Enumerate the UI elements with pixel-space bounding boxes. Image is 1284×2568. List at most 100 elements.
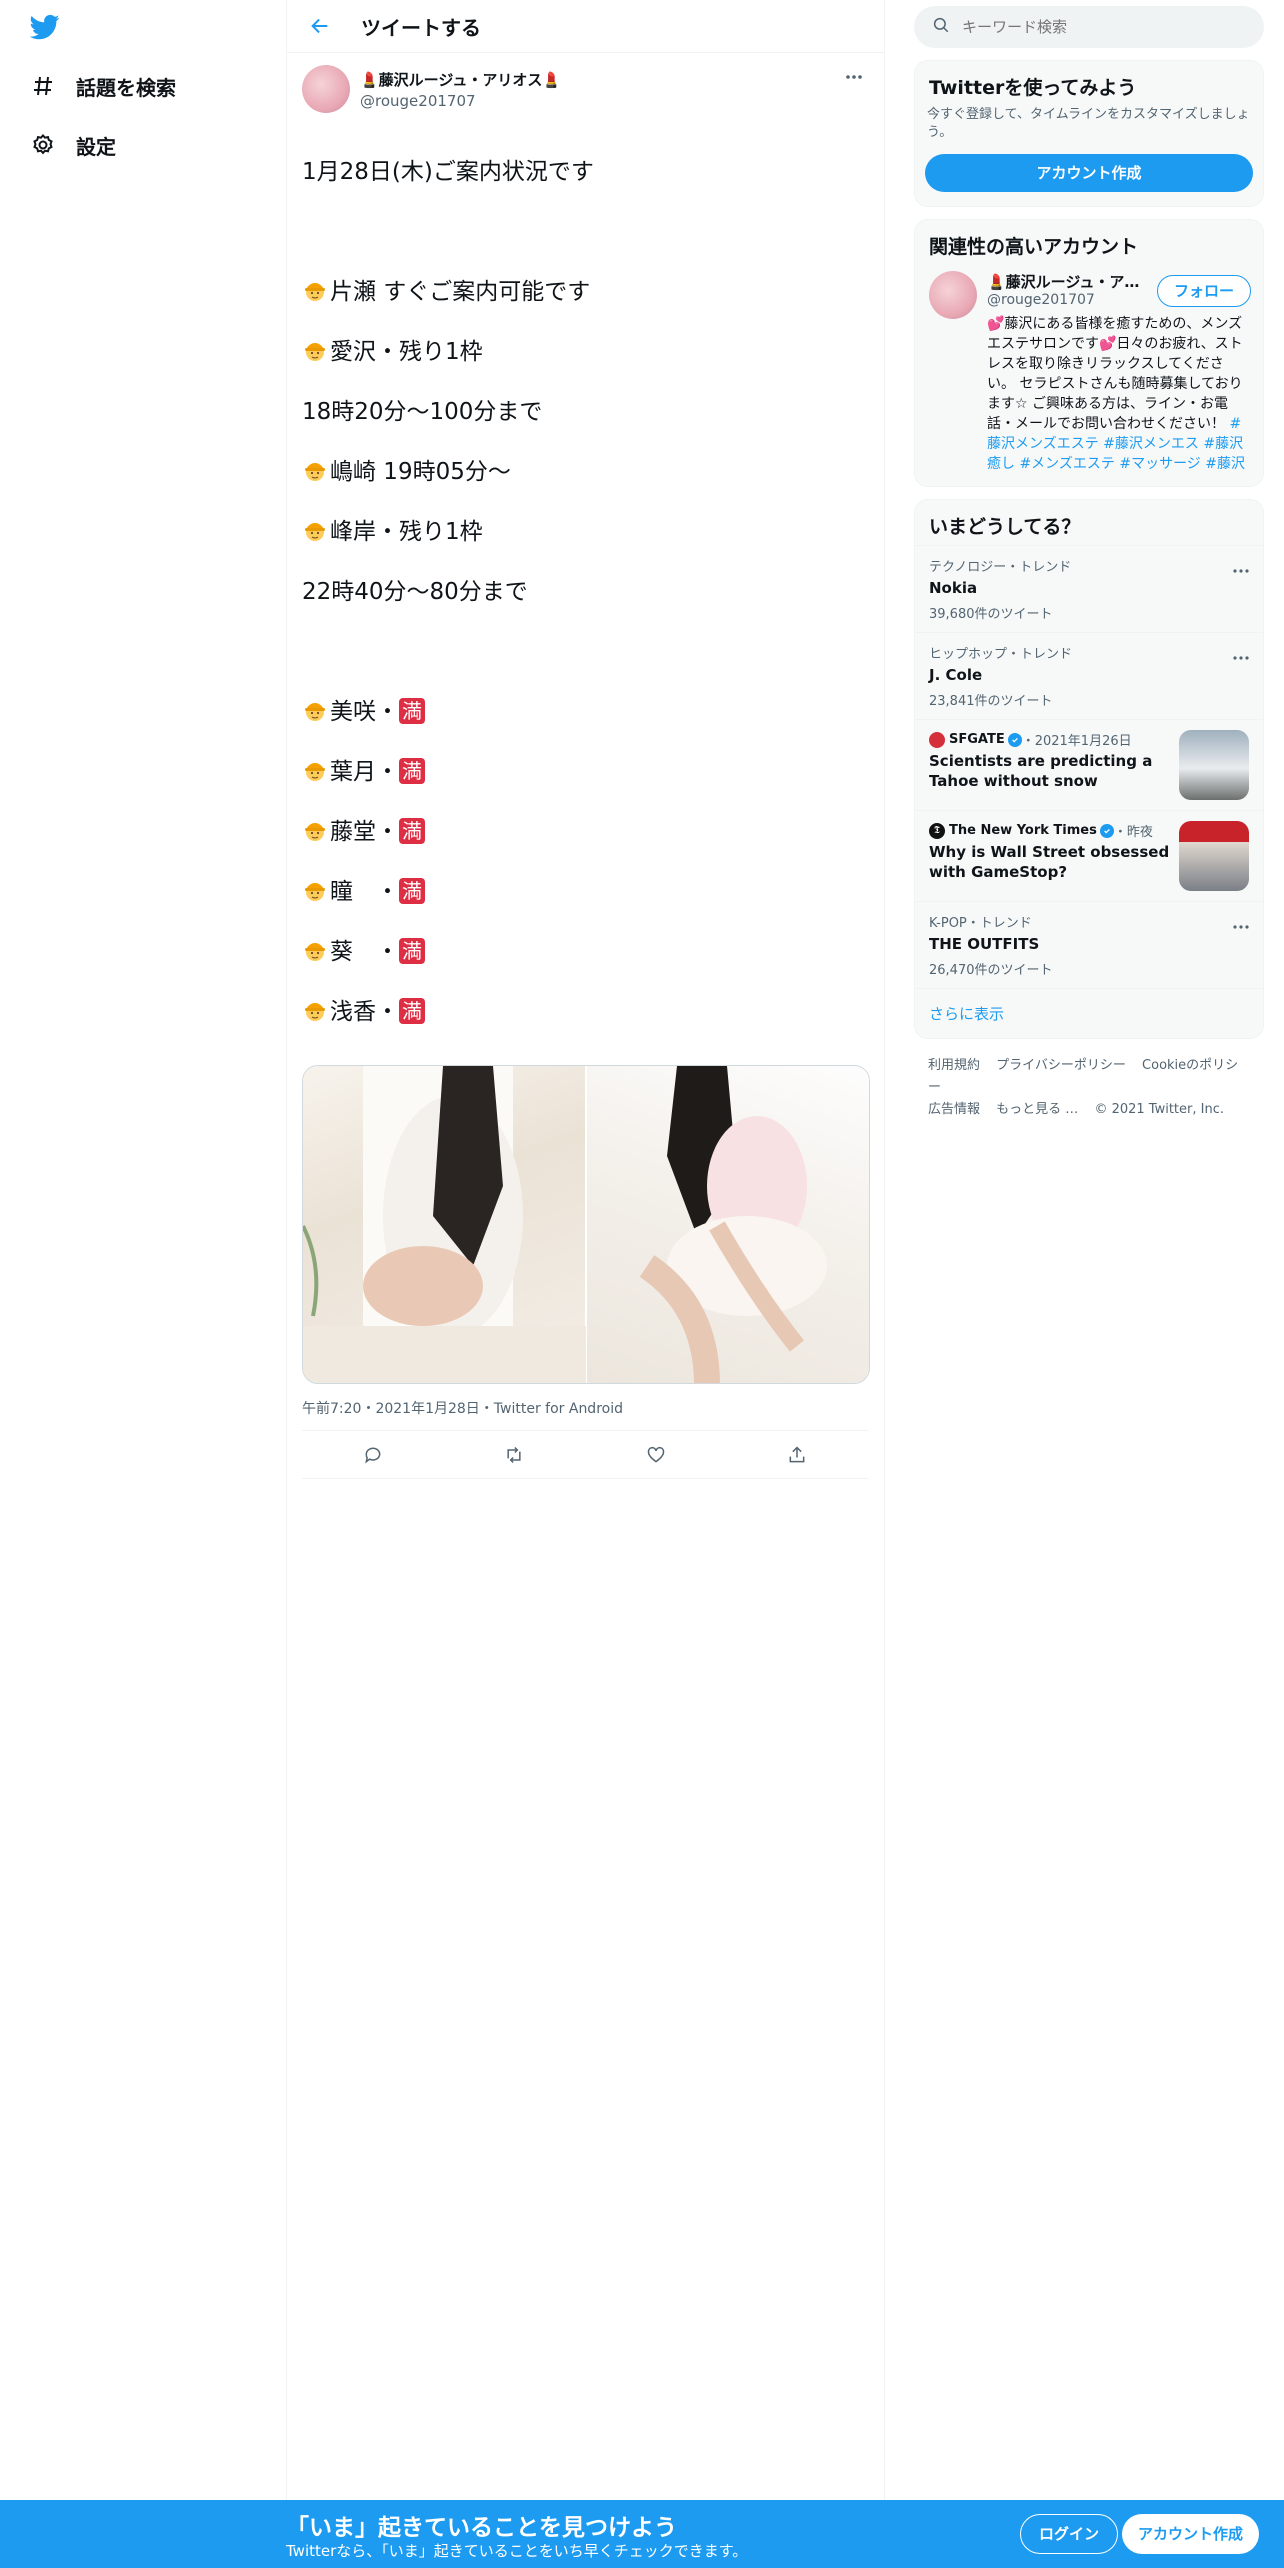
full-badge: 満 — [399, 818, 425, 844]
trend-item[interactable]: K-POP・トレンド THE OUTFITS 26,470件のツイート — [915, 901, 1263, 988]
page-title: ツイートする — [361, 15, 481, 40]
tweet-photo[interactable] — [303, 1066, 587, 1383]
privacy-link[interactable]: プライバシーポリシー — [996, 1058, 1126, 1073]
trend-item[interactable]: ヒップホップ・トレンド J. Cole 23,841件のツイート — [915, 632, 1263, 719]
news-body: SFGATE ・2021年1月26日 Scientists are predict… — [929, 730, 1179, 800]
search-box[interactable] — [914, 6, 1264, 48]
tweet-line: 18時20分～100分まで — [302, 399, 543, 425]
tweet-line-text: 美咲・ — [330, 699, 399, 725]
verified-icon — [1007, 732, 1022, 747]
nav-settings[interactable]: 設定 — [30, 125, 116, 165]
relevant-account-bio: 💕藤沢にある皆様を癒すための、メンズエステサロンです💕日々のお疲れ、ストレスを取… — [987, 314, 1249, 474]
news-time: ・昨夜 — [1113, 825, 1153, 840]
tweet-line-text: 瞳 ・ — [330, 879, 399, 905]
full-badge: 満 — [399, 698, 425, 724]
author-handle[interactable]: @rouge201707 — [360, 92, 561, 110]
tweet-photo[interactable] — [587, 1066, 869, 1383]
trend-count: 39,680件のツイート — [929, 607, 1053, 622]
share-icon[interactable] — [780, 1438, 814, 1472]
tweet-line: 美咲・満 — [302, 697, 868, 727]
more-options-icon[interactable] — [1233, 558, 1249, 577]
relevant-accounts-card: 関連性の高いアカウント 💄藤沢ルージュ・アリオス💄 @rouge201707 💕… — [914, 219, 1264, 487]
retweet-icon[interactable] — [497, 1438, 531, 1472]
news-source-name: SFGATE — [949, 732, 1005, 747]
more-options-icon[interactable] — [842, 65, 866, 89]
news-item[interactable]: SFGATE ・2021年1月26日 Scientists are predict… — [915, 719, 1263, 810]
worker-emoji-icon — [302, 877, 328, 903]
full-badge: 満 — [399, 878, 425, 904]
more-link[interactable]: もっと見る … — [996, 1102, 1078, 1117]
nyt-logo-icon: 𝕿 — [929, 822, 945, 839]
terms-link[interactable]: 利用規約 — [928, 1058, 980, 1073]
news-source-name: The New York Times — [949, 823, 1097, 838]
trend-count: 26,470件のツイート — [929, 963, 1053, 978]
news-source: 𝕿 The New York Times ・昨夜 — [929, 821, 1171, 840]
like-icon[interactable] — [639, 1438, 673, 1472]
hashtag-icon — [30, 73, 56, 99]
left-nav: 話題を検索 設定 — [0, 0, 286, 2568]
news-headline: Why is Wall Street obsessed with GameSto… — [929, 843, 1170, 881]
avatar[interactable] — [302, 65, 350, 113]
full-badge: 満 — [399, 998, 425, 1024]
tweet-line-text: 愛沢・残り1枠 — [330, 339, 483, 365]
ads-link[interactable]: 広告情報 — [928, 1102, 980, 1117]
tweet-line: 峰岸・残り1枠 — [302, 517, 868, 547]
tweet-line: 浅香・満 — [302, 997, 868, 1027]
worker-emoji-icon — [302, 457, 328, 483]
news-item[interactable]: 𝕿 The New York Times ・昨夜 Why is Wall Stree… — [915, 810, 1263, 901]
tweet-line-text: 葵 ・ — [330, 939, 399, 965]
tweet-line-text: 嶋崎 19時05分～ — [330, 459, 511, 485]
tweet-line: 瞳 ・満 — [302, 877, 868, 907]
news-time: ・2021年1月26日 — [1021, 734, 1132, 749]
tweet-line: 葵 ・満 — [302, 937, 868, 967]
more-options-icon[interactable] — [1233, 645, 1249, 664]
search-icon — [932, 16, 950, 38]
news-thumbnail — [1179, 730, 1249, 800]
signup-subtitle: 今すぐ登録して、タイムラインをカスタマイズしましょう。 — [927, 107, 1250, 140]
main-column: ツイートする 💄藤沢ルージュ・アリオス💄 @rouge201707 1月28日(… — [286, 0, 885, 2500]
tweet-line-text: 浅香・ — [330, 999, 399, 1025]
signup-title: Twitterを使ってみよう — [929, 77, 1137, 99]
tweet-line-text: 藤堂・ — [330, 819, 399, 845]
tweet-actions — [302, 1431, 868, 1479]
trend-name: J. Cole — [929, 666, 983, 684]
full-badge: 満 — [399, 938, 425, 964]
relevant-account[interactable]: 💄藤沢ルージュ・アリオス💄 @rouge201707 💕藤沢にある皆様を癒すため… — [915, 265, 1263, 486]
nav-explore-label: 話題を検索 — [76, 75, 176, 100]
right-sidebar: Twitterを使ってみよう 今すぐ登録して、タイムラインをカスタマイズしましょ… — [914, 0, 1264, 1137]
avatar[interactable] — [929, 271, 977, 319]
bio-text: 💕藤沢にある皆様を癒すための、メンズエステサロンです💕日々のお疲れ、ストレスを取… — [987, 316, 1243, 432]
tweet-text: 1月28日(木)ご案内状況です 片瀬 すぐご案内可能です 愛沢・残り1枠 18時… — [302, 127, 868, 1057]
relevant-account-name[interactable]: 💄藤沢ルージュ・アリオス💄 — [987, 271, 1147, 292]
follow-button[interactable]: フォロー — [1156, 275, 1251, 307]
tweet-author: 💄藤沢ルージュ・アリオス💄 @rouge201707 — [360, 69, 561, 110]
tweet: 💄藤沢ルージュ・アリオス💄 @rouge201707 1月28日(木)ご案内状況… — [287, 53, 884, 1479]
tweet-timestamp[interactable]: 午前7:20・2021年1月28日・Twitter for Android — [302, 1398, 868, 1431]
worker-emoji-icon — [302, 697, 328, 723]
signup-button[interactable]: アカウント作成 — [1122, 2514, 1260, 2554]
news-source: SFGATE ・2021年1月26日 — [929, 730, 1171, 749]
reply-icon[interactable] — [356, 1438, 390, 1472]
full-badge: 満 — [399, 758, 425, 784]
trends-card: いまどうしてる？ テクノロジー・トレンド Nokia 39,680件のツイート … — [914, 499, 1264, 1039]
trend-context: テクノロジー・トレンド — [929, 560, 1072, 575]
bottom-signup-bar: 「いま」起きていることを見つけよう Twitterなら、「いま」起きていることを… — [0, 2500, 1284, 2568]
worker-emoji-icon — [302, 937, 328, 963]
login-button[interactable]: ログイン — [1020, 2514, 1119, 2554]
trend-name: THE OUTFITS — [929, 935, 1040, 953]
news-headline: Scientists are predicting a Tahoe withou… — [929, 752, 1153, 790]
show-more-link[interactable]: さらに表示 — [915, 988, 1263, 1038]
tweet-media — [302, 1065, 870, 1384]
back-arrow-icon[interactable] — [303, 9, 337, 43]
trend-item[interactable]: テクノロジー・トレンド Nokia 39,680件のツイート — [915, 545, 1263, 632]
footer-links: 利用規約 プライバシーポリシー Cookieのポリシー 広告情報 もっと見る …… — [914, 1039, 1264, 1137]
nav-explore[interactable]: 話題を検索 — [30, 66, 176, 106]
author-display-name[interactable]: 💄藤沢ルージュ・アリオス💄 — [360, 69, 561, 90]
tweet-line: 愛沢・残り1枠 — [302, 337, 868, 367]
verified-icon — [1099, 823, 1114, 838]
twitter-logo-icon[interactable] — [28, 12, 62, 42]
search-input[interactable] — [962, 18, 1222, 36]
more-options-icon[interactable] — [1233, 914, 1249, 933]
create-account-button[interactable]: アカウント作成 — [925, 154, 1253, 192]
